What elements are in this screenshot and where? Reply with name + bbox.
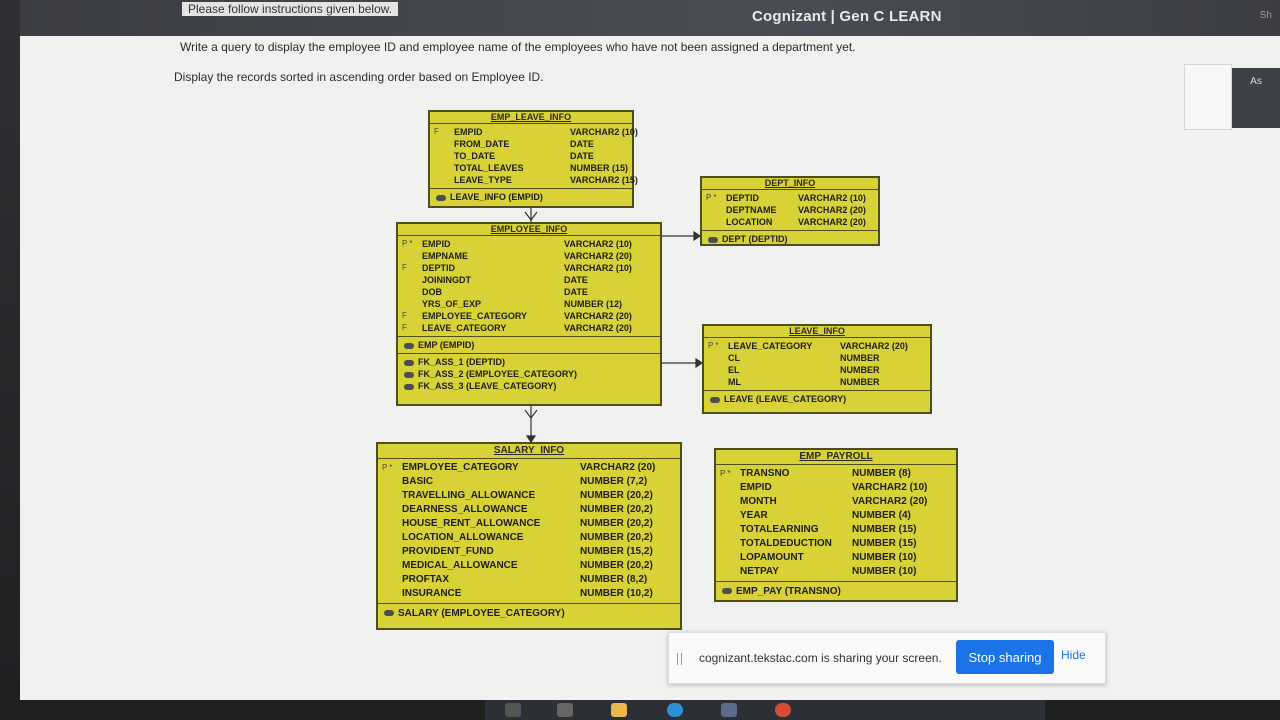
- edge-icon[interactable]: [667, 703, 683, 717]
- arrowhead-icon: [525, 435, 537, 444]
- relationship-lines: [524, 208, 704, 444]
- hide-link[interactable]: Hide: [1061, 648, 1086, 662]
- arrowhead-icon: [693, 230, 702, 242]
- share-message: cognizant.tekstac.com is sharing your sc…: [699, 651, 942, 665]
- mail-icon[interactable]: [721, 703, 737, 717]
- monitor-bezel: Cognizant | Gen C LEARN Sh Please follow…: [0, 0, 1280, 720]
- folder-icon[interactable]: [611, 703, 627, 717]
- drag-handle-icon[interactable]: [677, 653, 682, 665]
- stop-sharing-button[interactable]: Stop sharing: [956, 640, 1054, 674]
- taskbar: [485, 700, 1045, 720]
- task-view-icon[interactable]: [557, 703, 573, 717]
- browser-screen: Cognizant | Gen C LEARN Sh Please follow…: [20, 0, 1280, 700]
- chrome-icon[interactable]: [775, 703, 791, 717]
- search-icon[interactable]: [505, 703, 521, 717]
- screen-share-bar: cognizant.tekstac.com is sharing your sc…: [668, 632, 1106, 684]
- arrowhead-icon: [695, 357, 704, 369]
